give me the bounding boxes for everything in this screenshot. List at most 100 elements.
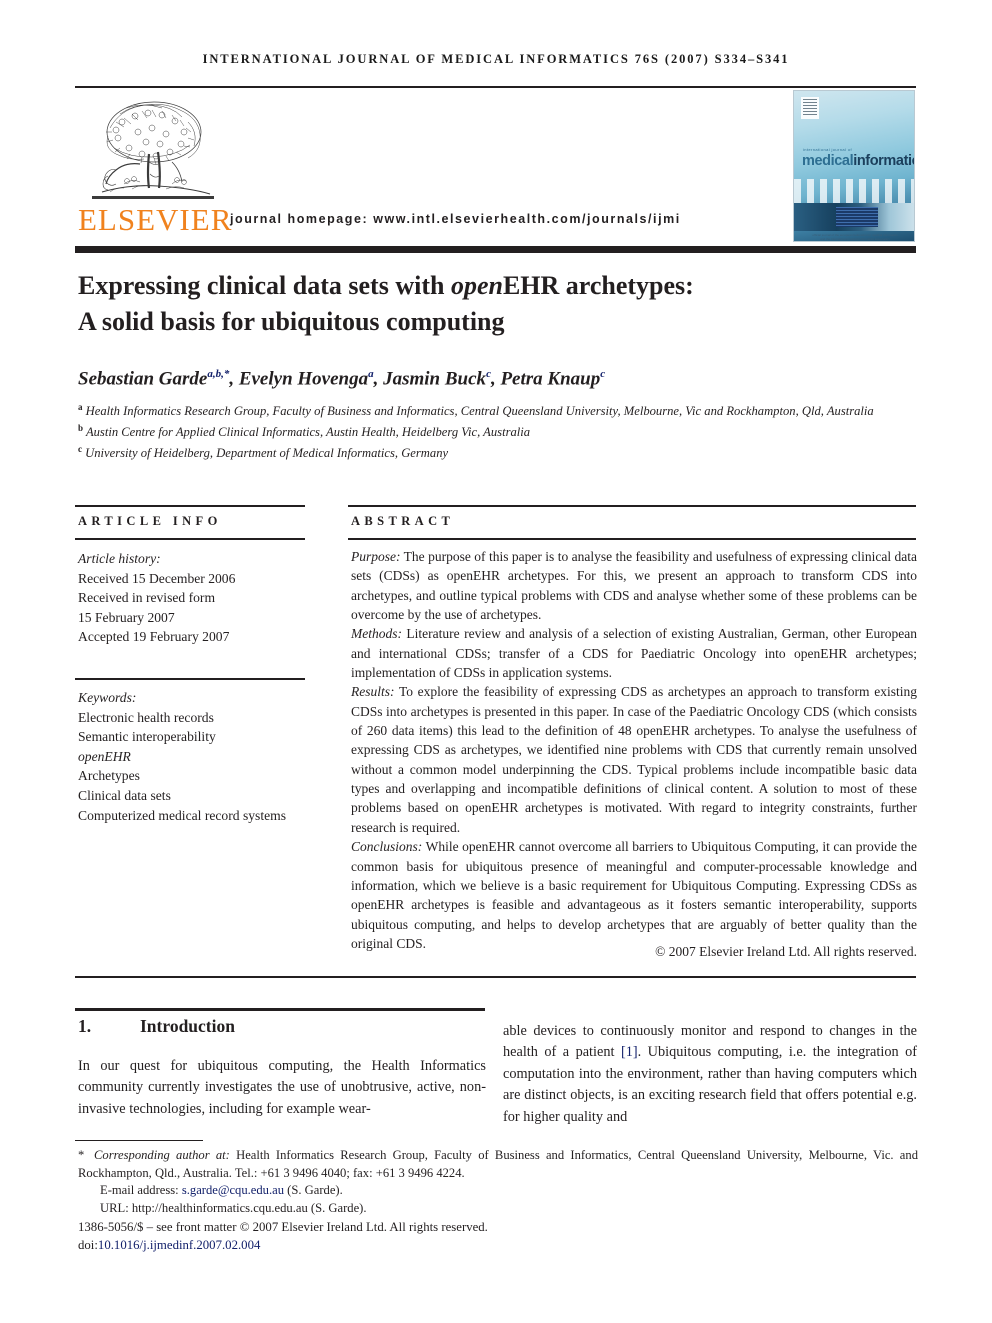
introduction-rule <box>75 1008 485 1012</box>
title-part-a: Expressing clinical data sets with <box>78 271 451 300</box>
issn-copyright-line: 1386-5056/$ – see front matter © 2007 El… <box>78 1220 488 1234</box>
abstract-purpose: Purpose: The purpose of this paper is to… <box>351 547 917 624</box>
email-suffix: (S. Garde). <box>284 1183 343 1198</box>
article-info-heading: ARTICLE INFO <box>78 514 222 528</box>
affiliation-b-text: Austin Centre for Applied Clinical Infor… <box>85 424 531 439</box>
author-2: Evelyn Hovenga <box>238 368 369 390</box>
masthead-top-rule <box>75 86 916 88</box>
article-history-line-4: Accepted 19 February 2007 <box>78 629 230 645</box>
article-info-top-rule <box>75 505 305 507</box>
body-column-right: able devices to continuously monitor and… <box>503 1021 917 1128</box>
footnote-marker: * <box>78 1148 85 1162</box>
title-part-italic: open <box>450 271 503 300</box>
cover-footer-text: official journal of the european federat… <box>794 233 914 241</box>
author-4-sup: c <box>600 368 606 380</box>
affiliation-b: b Austin Centre for Applied Clinical Inf… <box>78 420 928 441</box>
abstract-copyright: © 2007 Elsevier Ireland Ltd. All rights … <box>655 944 917 959</box>
abstract-results: Results: To explore the feasibility of e… <box>351 682 917 837</box>
cover-subtitle: international journal of <box>803 147 852 152</box>
doi-label: doi: <box>78 1238 98 1253</box>
corresponding-author-label: Corresponding author at: <box>94 1148 230 1162</box>
abstract-conclusions: Conclusions: While openEHR cannot overco… <box>351 837 917 953</box>
corresponding-author-note: * Corresponding author at: Health Informa… <box>78 1147 918 1182</box>
article-history-label: Article history: <box>78 551 161 566</box>
url-suffix: (S. Garde). <box>307 1200 367 1215</box>
affiliations: a Health Informatics Research Group, Fac… <box>78 399 928 461</box>
keyword-item: Semantic interoperability <box>78 729 216 745</box>
page-title: Expressing clinical data sets with openE… <box>78 268 928 340</box>
doi-link[interactable]: 10.1016/j.ijmedinf.2007.02.004 <box>98 1238 260 1252</box>
cover-monitor-icon <box>836 207 878 227</box>
keyword-item: Clinical data sets <box>78 787 171 803</box>
body-column-left: In our quest for ubiquitous computing, t… <box>78 1058 486 1117</box>
email-label: E-mail address: <box>100 1183 179 1198</box>
cover-footer-line2: and the international medical informatic… <box>820 237 890 241</box>
affiliation-c-text: University of Heidelberg, Department of … <box>85 445 449 460</box>
abstract-body: Purpose: The purpose of this paper is to… <box>351 547 917 953</box>
email-note: E-mail address: s.garde@cqu.edu.au (S. G… <box>78 1182 918 1200</box>
author-1: Sebastian Garde <box>78 368 208 390</box>
cover-title-word2: informatics <box>853 153 914 169</box>
affiliation-a: a Health Informatics Research Group, Fac… <box>78 399 928 420</box>
keyword-item: Archetypes <box>78 768 140 784</box>
abstract-methods-label: Methods: <box>351 626 402 642</box>
cover-title: medicalinformatics <box>802 153 914 169</box>
cover-elsevier-mark-icon <box>801 97 819 119</box>
keyword-item: Electronic health records <box>78 709 214 725</box>
keyword-item: Computerized medical record systems <box>78 807 286 823</box>
journal-cover-image: international journal of medicalinformat… <box>793 90 915 242</box>
elsevier-tree-icon <box>92 101 214 199</box>
affiliation-c: c University of Heidelberg, Department o… <box>78 441 928 462</box>
abstract-results-text: To explore the feasibility of expressing… <box>351 684 917 835</box>
title-part-b: EHR archetypes: <box>502 271 694 300</box>
affiliation-c-sup: c <box>78 443 82 454</box>
elsevier-wordmark: ELSEVIER <box>78 202 233 237</box>
abstract-purpose-label: Purpose: <box>351 549 401 564</box>
author-1-sup: a,b,* <box>207 368 230 380</box>
abstract-methods: Methods: Literature review and analysis … <box>351 624 917 682</box>
abstract-conclusions-text: While openEHR cannot overcome all barrie… <box>351 839 917 951</box>
author-3-sup: c <box>486 368 491 380</box>
imprint-block: 1386-5056/$ – see front matter © 2007 El… <box>78 1218 918 1254</box>
cover-title-word1: medical <box>802 153 854 169</box>
author-list: Sebastian Gardea,b,*, Evelyn Hovengaa, J… <box>78 368 606 390</box>
section-number: 1. <box>78 1016 92 1036</box>
title-line-2: A solid basis for ubiquitous computing <box>78 307 505 336</box>
abstract-methods-text: Literature review and analysis of a sele… <box>351 626 917 681</box>
journal-homepage-link[interactable]: journal homepage: www.intl.elsevierhealt… <box>230 212 770 226</box>
running-head: INTERNATIONAL JOURNAL OF MEDICAL INFORMA… <box>202 52 790 66</box>
abstract-heading: ABSTRACT <box>351 514 455 528</box>
keywords-label: Keywords: <box>78 690 137 705</box>
url-note: URL: http://healthinformatics.cqu.edu.au… <box>78 1200 918 1218</box>
affiliation-a-sup: a <box>78 402 83 412</box>
abstract-bottom-rule <box>75 976 916 978</box>
abstract-results-label: Results: <box>351 684 395 700</box>
abstract-conclusions-label: Conclusions: <box>351 839 423 855</box>
article-info-heading-rule <box>75 538 305 540</box>
article-history: Article history: Received 15 December 20… <box>78 549 310 647</box>
title-line-1: Expressing clinical data sets with openE… <box>78 271 694 300</box>
article-history-line-1: Received 15 December 2006 <box>78 570 236 586</box>
abstract-heading-rule <box>348 538 916 540</box>
masthead-bottom-rule <box>75 246 916 253</box>
affiliation-a-text: Health Informatics Research Group, Facul… <box>85 404 874 419</box>
author-3: Jasmin Buck <box>383 368 487 390</box>
elsevier-logo: ELSEVIER <box>78 92 233 242</box>
section-title: Introduction <box>140 1016 235 1036</box>
affiliation-b-sup: b <box>78 422 84 433</box>
email-address-link[interactable]: s.garde@cqu.edu.au <box>182 1183 284 1197</box>
keywords-top-rule <box>75 678 305 680</box>
author-4: Petra Knaup <box>500 368 601 390</box>
article-page: INTERNATIONAL JOURNAL OF MEDICAL INFORMA… <box>0 0 992 1323</box>
footnote-rule <box>75 1140 203 1142</box>
author-2-sup: a <box>368 368 374 380</box>
doi-line: doi:10.1016/j.ijmedinf.2007.02.004 <box>78 1236 918 1254</box>
url-value[interactable]: http://healthinformatics.cqu.edu.au <box>132 1201 308 1215</box>
citation-reference-1[interactable]: [1] <box>621 1044 638 1060</box>
article-history-line-3: 15 February 2007 <box>78 609 175 625</box>
abstract-top-rule <box>348 505 916 507</box>
article-history-line-2: Received in revised form <box>78 590 216 606</box>
footnote-block: * Corresponding author at: Health Informa… <box>78 1147 918 1217</box>
url-label: URL: <box>100 1200 129 1215</box>
abstract-purpose-text: The purpose of this paper is to analyse … <box>351 549 917 623</box>
